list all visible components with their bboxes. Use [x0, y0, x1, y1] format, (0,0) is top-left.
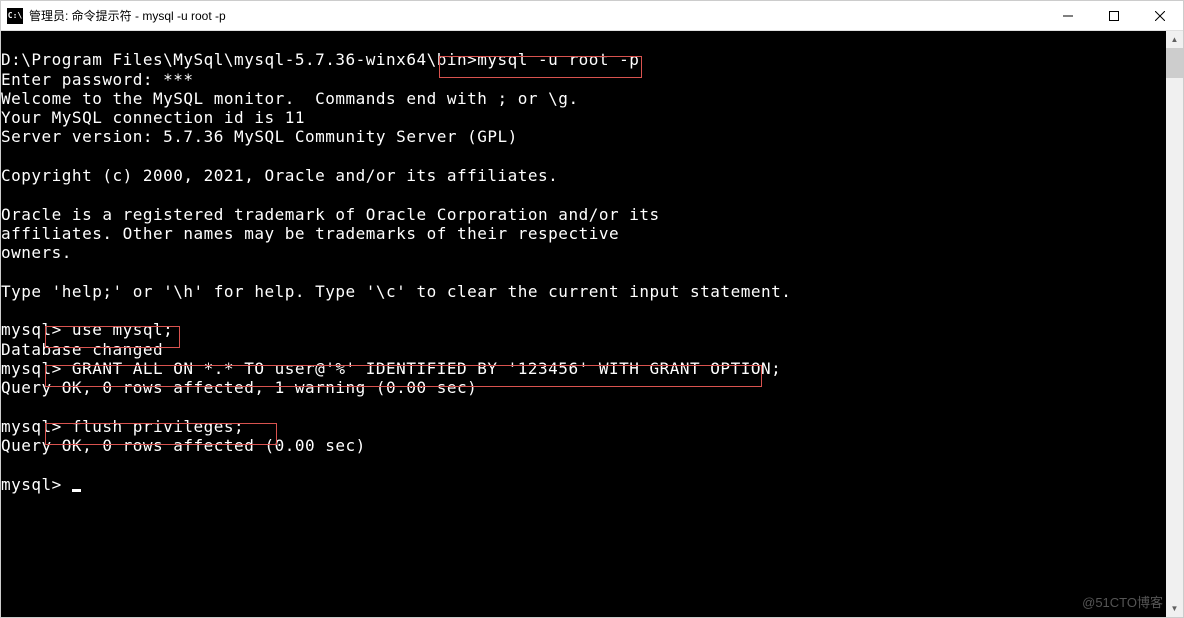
minimize-button[interactable]	[1045, 1, 1091, 30]
terminal-line: Server version: 5.7.36 MySQL Community S…	[1, 127, 1183, 146]
terminal-line: mysql> GRANT ALL ON *.* TO user@'%' IDEN…	[1, 359, 1183, 378]
terminal-line: D:\Program Files\MySql\mysql-5.7.36-winx…	[1, 50, 1183, 69]
terminal-line: Enter password: ***	[1, 70, 1183, 89]
terminal-line	[1, 263, 1183, 282]
close-button[interactable]	[1137, 1, 1183, 30]
terminal-line	[1, 185, 1183, 204]
command-prompt-window: C:\ 管理员: 命令提示符 - mysql -u root -p D:\Pro…	[0, 0, 1184, 618]
terminal-line: mysql> use mysql;	[1, 320, 1183, 339]
cmd-icon: C:\	[7, 8, 23, 24]
terminal-line: Type 'help;' or '\h' for help. Type '\c'…	[1, 282, 1183, 301]
watermark-text: @51CTO博客	[1082, 592, 1163, 611]
window-controls	[1045, 1, 1183, 30]
terminal-line	[1, 456, 1183, 475]
terminal-output[interactable]: D:\Program Files\MySql\mysql-5.7.36-winx…	[1, 31, 1183, 617]
terminal-line: Copyright (c) 2000, 2021, Oracle and/or …	[1, 166, 1183, 185]
terminal-line: affiliates. Other names may be trademark…	[1, 224, 1183, 243]
window-title: 管理员: 命令提示符 - mysql -u root -p	[29, 7, 226, 24]
minimize-icon	[1063, 11, 1073, 21]
maximize-button[interactable]	[1091, 1, 1137, 30]
close-icon	[1155, 11, 1165, 21]
vertical-scrollbar[interactable]: ▲ ▼	[1166, 31, 1183, 617]
terminal-line: Query OK, 0 rows affected, 1 warning (0.…	[1, 378, 1183, 397]
terminal-line: mysql> flush privileges;	[1, 417, 1183, 436]
terminal-line: Your MySQL connection id is 11	[1, 108, 1183, 127]
terminal-line: owners.	[1, 243, 1183, 262]
terminal-line: Database changed	[1, 340, 1183, 359]
terminal-line: Oracle is a registered trademark of Orac…	[1, 205, 1183, 224]
scroll-up-arrow-icon[interactable]: ▲	[1166, 31, 1183, 48]
window-titlebar[interactable]: C:\ 管理员: 命令提示符 - mysql -u root -p	[1, 1, 1183, 31]
scroll-down-arrow-icon[interactable]: ▼	[1166, 600, 1183, 617]
terminal-line: mysql>	[1, 475, 1183, 494]
terminal-line: Welcome to the MySQL monitor. Commands e…	[1, 89, 1183, 108]
terminal-line	[1, 147, 1183, 166]
maximize-icon	[1109, 11, 1119, 21]
terminal-line	[1, 301, 1183, 320]
terminal-line: Query OK, 0 rows affected (0.00 sec)	[1, 436, 1183, 455]
terminal-line	[1, 398, 1183, 417]
terminal-line	[1, 31, 1183, 50]
terminal-container: D:\Program Files\MySql\mysql-5.7.36-winx…	[1, 31, 1183, 617]
scrollbar-thumb[interactable]	[1166, 48, 1183, 78]
cursor	[72, 489, 81, 492]
